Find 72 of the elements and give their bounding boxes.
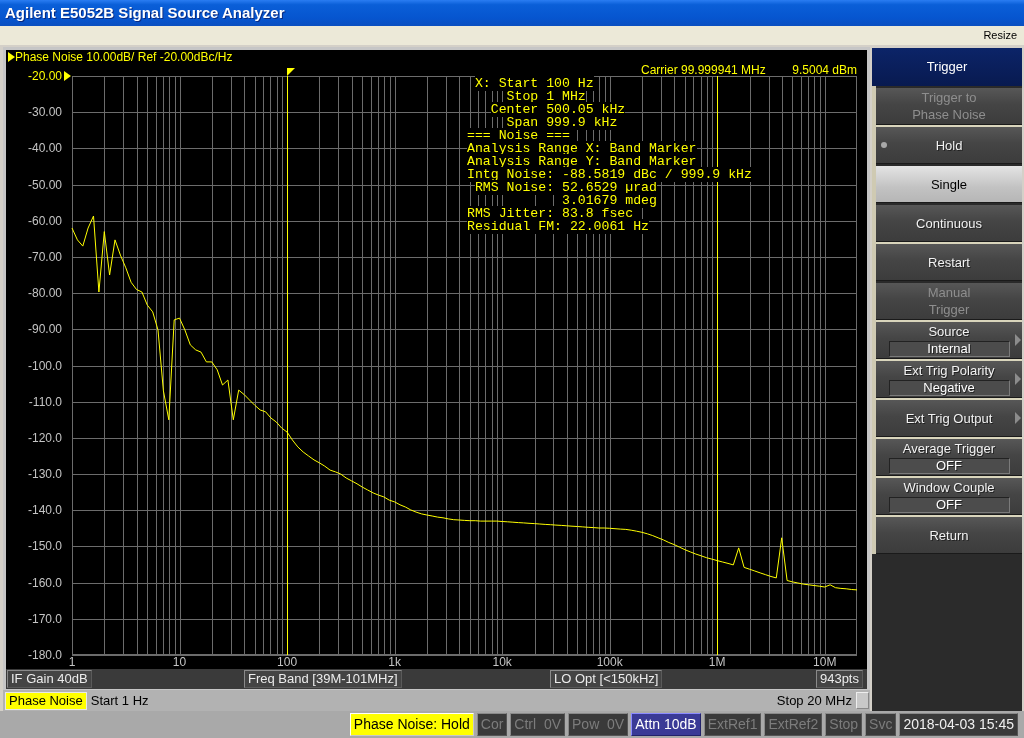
status-indicator: Attn 10dB — [631, 713, 701, 736]
y-axis-label: -20.00 — [27, 69, 62, 83]
y-axis-label: -70.00 — [27, 249, 62, 264]
y-axis-label: -50.00 — [27, 177, 62, 192]
softkey-value-field: Negative — [888, 380, 1010, 396]
y-axis-label: -140.0 — [27, 503, 62, 518]
status-indicator: Stop — [825, 713, 863, 736]
y-axis-label: -180.0 — [27, 648, 62, 662]
readout-text: RMS Noise: 52.6529 µrad — [474, 180, 657, 195]
readout-text: 3.01679 mdeg — [561, 193, 657, 208]
x-axis-label: 1M — [708, 655, 726, 669]
status-indicator: Svc — [865, 713, 897, 736]
x-axis-label: 10k — [492, 655, 512, 669]
softkey-button[interactable]: Continuous — [876, 203, 1022, 242]
readout-text: Residual FM: 22.0061 Hz — [467, 219, 650, 234]
y-axis-label: -60.00 — [27, 213, 62, 228]
status-indicator: Ctrl 0V — [510, 713, 566, 736]
stop-frequency: Stop 20 MHz — [776, 691, 852, 710]
window-title: Agilent E5052B Signal Source Analyzer — [0, 0, 1024, 26]
x-axis-label: 1 — [68, 655, 76, 669]
info-indicator: 943pts — [815, 670, 863, 688]
softkey-menu-title: Trigger — [872, 48, 1022, 86]
carrier-frequency: Carrier 99.999941 MHz — [641, 64, 766, 77]
square-icon — [856, 692, 869, 709]
y-axis-label: -130.0 — [27, 467, 62, 482]
softkey-button[interactable]: Average Trigger OFF — [876, 437, 1022, 476]
y-axis-label: -90.00 — [27, 322, 62, 337]
marker-flag-icon — [287, 68, 295, 76]
y-axis-label: -120.0 — [27, 430, 62, 445]
status-indicator: Phase Noise: Hold — [349, 713, 474, 736]
softkey-button[interactable]: Return — [876, 515, 1022, 554]
y-axis-label: -110.0 — [28, 394, 62, 409]
trace-label: Phase Noise — [5, 691, 87, 710]
y-axis-label: -160.0 — [27, 575, 62, 590]
info-indicator: LO Opt [<150kHz] — [550, 670, 663, 688]
softkey-button[interactable]: Hold — [876, 125, 1022, 164]
softkey-button[interactable]: Single — [876, 164, 1022, 203]
softkey-value-field: OFF — [888, 458, 1010, 474]
trace-indicator-icon — [8, 52, 15, 62]
y-axis-label: -30.00 — [27, 105, 62, 120]
chart-title: Phase Noise 10.00dB/ Ref -20.00dBc/Hz — [15, 50, 233, 64]
softkey-button[interactable]: Restart — [876, 242, 1022, 281]
x-axis-label: 100k — [596, 655, 623, 669]
softkey-button[interactable]: Window Couple OFF — [876, 476, 1022, 515]
x-axis-label: 10M — [813, 655, 837, 669]
readout-text: Intg Noise: -88.5819 dBc / 999.9 kHz — [467, 167, 752, 182]
carrier-power: 9.5004 dBm — [792, 64, 857, 77]
status-indicator: ExtRef2 — [764, 713, 823, 736]
y-axis-label: -100.0 — [27, 358, 62, 373]
status-indicator: Cor — [476, 713, 508, 736]
y-axis-label: -170.0 — [27, 611, 62, 626]
status-indicator: Pow 0V — [568, 713, 629, 736]
date-time: 2018-04-03 15:45 — [899, 713, 1018, 736]
readout-text: Span 999.9 kHz — [506, 115, 618, 130]
softkey-value-field: OFF — [888, 497, 1010, 513]
info-indicator: Freq Band [39M-101MHz] — [244, 670, 402, 688]
y-axis-label: -40.00 — [27, 141, 62, 156]
status-indicator: ExtRef1 — [703, 713, 762, 736]
readout-text: X: Start 100 Hz — [474, 76, 594, 91]
y-axis-label: -150.0 — [27, 539, 62, 554]
start-frequency: Start 1 Hz — [90, 691, 149, 710]
y-axis-label: -80.00 — [27, 286, 62, 301]
softkey-value-field: Internal — [888, 341, 1010, 357]
x-axis-label: 100 — [277, 655, 298, 669]
x-axis-label: 10 — [172, 655, 187, 669]
x-axis-label: 1k — [388, 655, 401, 669]
softkey-button[interactable]: Ext Trig Output — [876, 398, 1022, 437]
info-indicator: IF Gain 40dB — [7, 670, 92, 688]
ref-level-marker-icon — [64, 71, 71, 81]
softkey-button[interactable]: Source Internal — [876, 320, 1022, 359]
softkey-button[interactable]: Ext Trig Polarity Negative — [876, 359, 1022, 398]
menu-item[interactable]: Resize — [983, 27, 1017, 44]
